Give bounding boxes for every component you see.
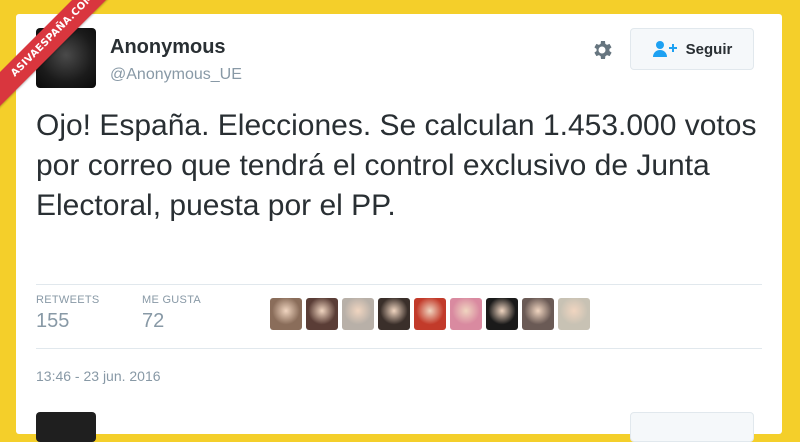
liker-avatar-1[interactable]	[270, 298, 302, 330]
retweets-stat[interactable]: RETWEETS 155	[36, 294, 100, 333]
divider-top	[36, 284, 762, 285]
liker-avatar-3[interactable]	[342, 298, 374, 330]
liker-avatar-6[interactable]	[450, 298, 482, 330]
liker-avatar-9[interactable]	[558, 298, 590, 330]
likes-count: 72	[142, 310, 165, 332]
next-tweet-follow-button[interactable]	[630, 412, 754, 442]
likes-label: ME GUSTA	[142, 294, 202, 306]
author-name[interactable]: Anonymous	[110, 36, 226, 59]
follow-button[interactable]: Seguir	[630, 28, 754, 70]
person-add-icon	[652, 41, 677, 57]
gear-icon[interactable]	[590, 38, 614, 62]
tweet-card: Anonymous @Anonymous_UE Seguir Ojo! Espa…	[16, 14, 782, 442]
retweets-count: 155	[36, 310, 70, 332]
retweets-label: RETWEETS	[36, 294, 100, 306]
liker-avatar-4[interactable]	[378, 298, 410, 330]
follow-button-label: Seguir	[685, 40, 733, 58]
tweet-timestamp[interactable]: 13:46 - 23 jun. 2016	[36, 368, 161, 384]
divider-bottom	[36, 348, 762, 349]
author-handle[interactable]: @Anonymous_UE	[110, 66, 242, 84]
next-tweet-avatar[interactable]	[36, 412, 96, 442]
liker-avatar-5[interactable]	[414, 298, 446, 330]
liker-avatar-8[interactable]	[522, 298, 554, 330]
liker-avatars	[270, 298, 590, 330]
tweet-text: Ojo! España. Elecciones. Se calculan 1.4…	[36, 109, 757, 222]
likes-stat[interactable]: ME GUSTA 72	[142, 294, 201, 333]
liker-avatar-2[interactable]	[306, 298, 338, 330]
liker-avatar-7[interactable]	[486, 298, 518, 330]
